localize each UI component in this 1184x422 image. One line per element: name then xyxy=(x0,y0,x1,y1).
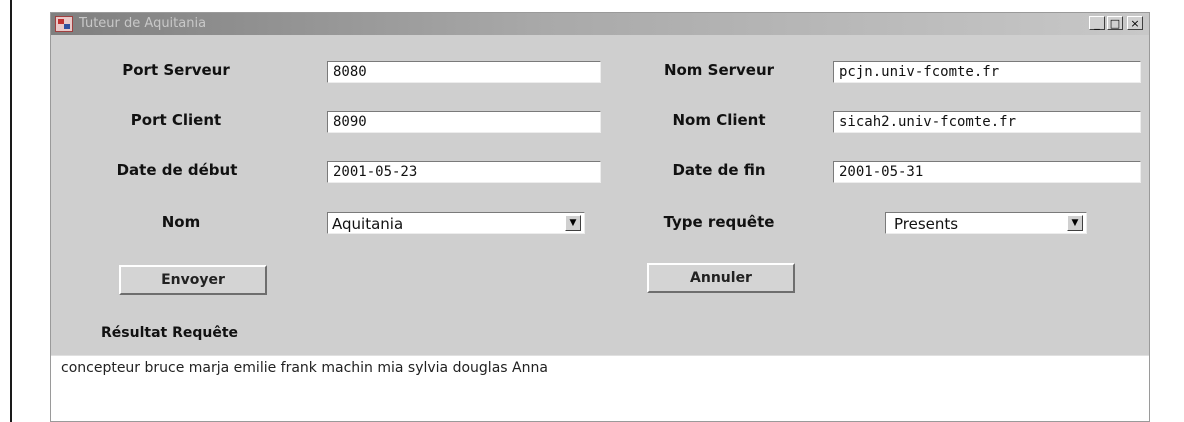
maximize-button[interactable]: □ xyxy=(1107,16,1123,30)
nom-select[interactable]: Aquitania ▼ xyxy=(327,212,585,234)
app-window: Tuteur de Aquitania _ □ × Port Serveur 8… xyxy=(50,12,1150,422)
nom-client-input[interactable]: sicah2.univ-fcomte.fr xyxy=(833,111,1141,133)
left-border-line xyxy=(10,0,12,422)
port-serveur-input[interactable]: 8080 xyxy=(327,61,601,83)
nom-label: Nom xyxy=(161,213,201,231)
window-title: Tuteur de Aquitania xyxy=(79,16,207,31)
result-output[interactable]: concepteur bruce marja emilie frank mach… xyxy=(51,355,1149,421)
title-bar[interactable]: Tuteur de Aquitania _ □ × xyxy=(51,13,1149,35)
nom-serveur-input[interactable]: pcjn.univ-fcomte.fr xyxy=(833,61,1141,83)
type-requete-label: Type requête xyxy=(663,213,775,231)
date-fin-label: Date de fin xyxy=(672,161,766,179)
nom-serveur-label: Nom Serveur xyxy=(663,61,775,79)
dropdown-arrow-icon[interactable]: ▼ xyxy=(565,215,581,231)
result-label: Résultat Requête xyxy=(101,325,239,341)
date-debut-input[interactable]: 2001-05-23 xyxy=(327,161,601,183)
nom-select-value: Aquitania xyxy=(332,215,404,233)
result-text: concepteur bruce marja emilie frank mach… xyxy=(61,360,548,376)
port-serveur-label: Port Serveur xyxy=(122,61,230,79)
port-client-label: Port Client xyxy=(130,111,222,129)
date-fin-input[interactable]: 2001-05-31 xyxy=(833,161,1141,183)
close-button[interactable]: × xyxy=(1127,16,1143,30)
minimize-button[interactable]: _ xyxy=(1089,16,1105,30)
date-debut-label: Date de début xyxy=(116,161,238,179)
envoyer-button[interactable]: Envoyer xyxy=(119,265,267,295)
app-icon xyxy=(55,16,73,32)
nom-client-label: Nom Client xyxy=(672,111,766,129)
port-client-input[interactable]: 8090 xyxy=(327,111,601,133)
type-requete-select-value: Presents xyxy=(894,215,959,233)
dropdown-arrow-icon[interactable]: ▼ xyxy=(1067,215,1083,231)
annuler-button[interactable]: Annuler xyxy=(647,263,795,293)
type-requete-select[interactable]: Presents ▼ xyxy=(885,212,1087,234)
